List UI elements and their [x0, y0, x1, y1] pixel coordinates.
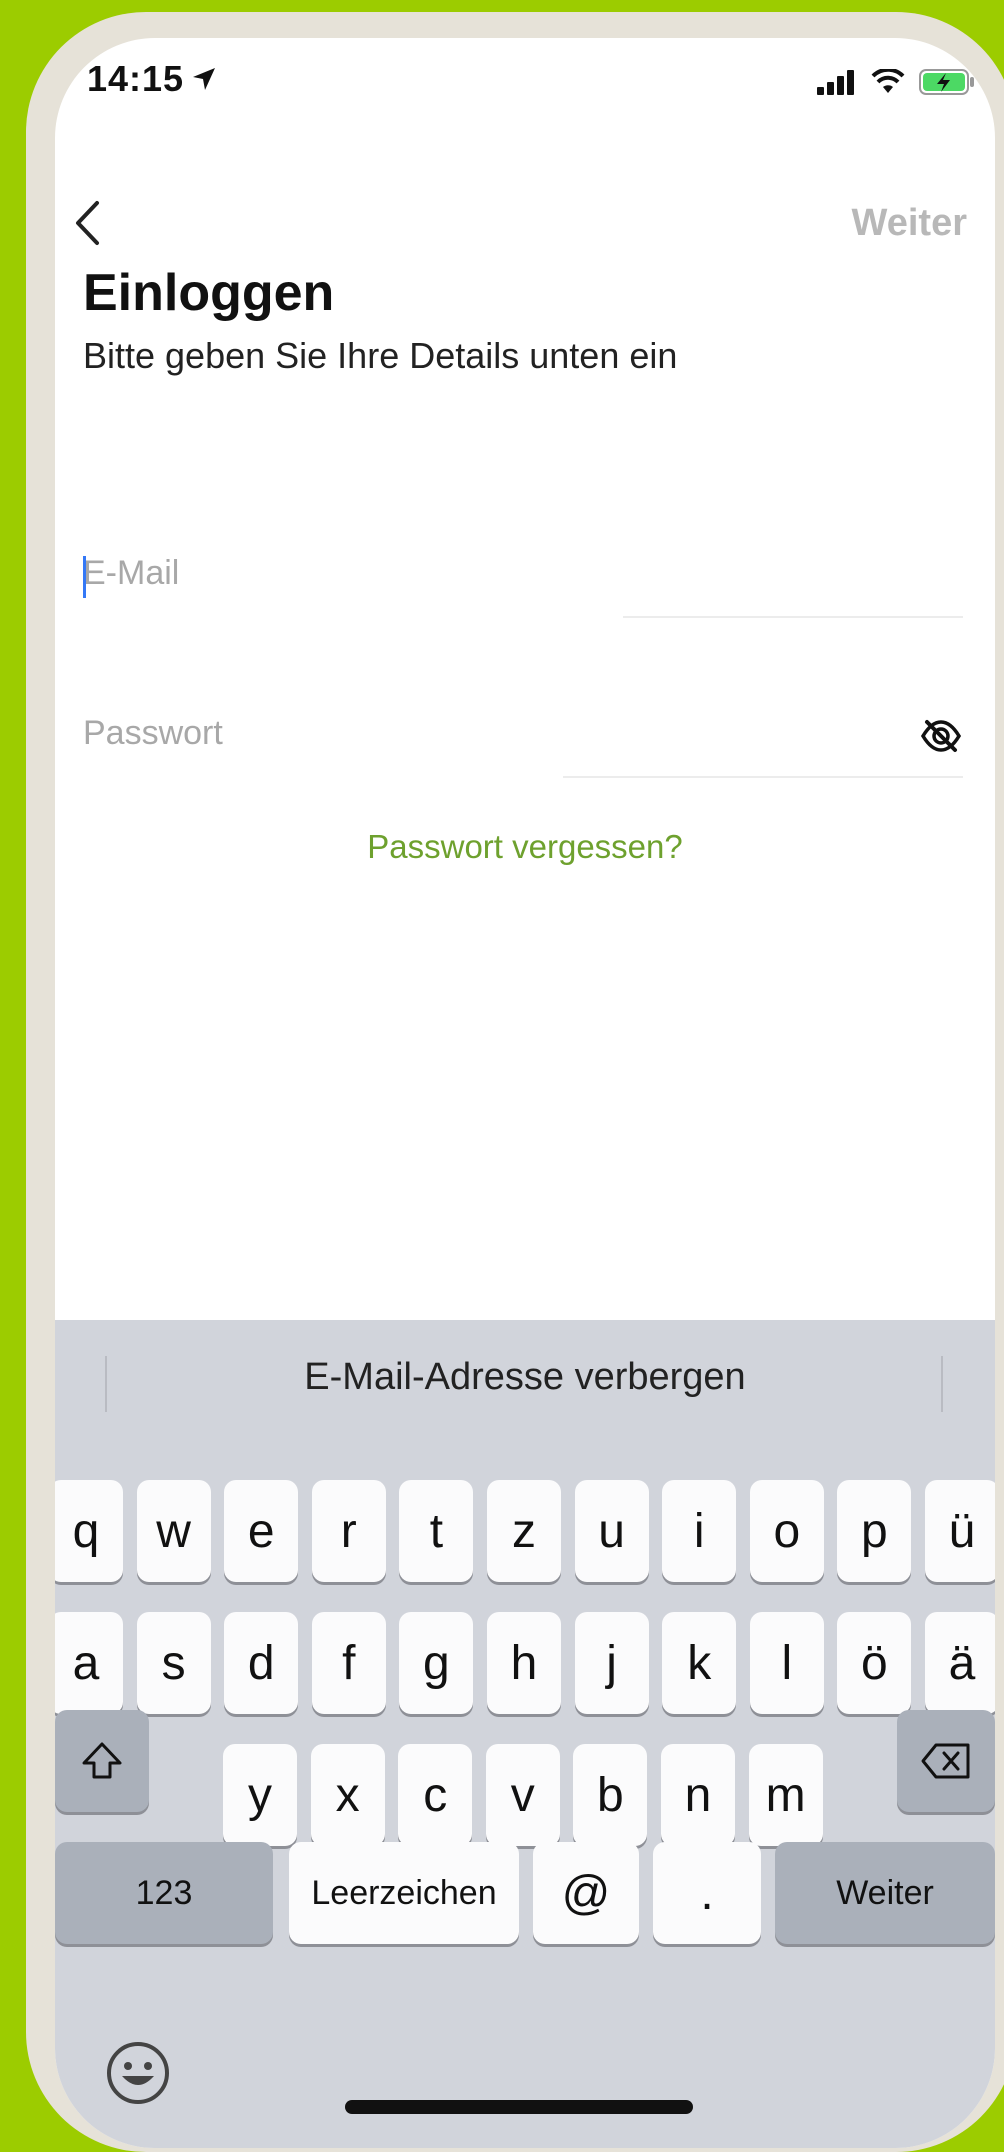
key-ö[interactable]: ö	[837, 1612, 912, 1714]
key-h[interactable]: h	[487, 1612, 561, 1714]
shift-arrow-icon	[82, 1742, 122, 1779]
key-j[interactable]: j	[574, 1612, 649, 1714]
key-l[interactable]: l	[749, 1612, 824, 1714]
backspace-icon	[921, 1743, 970, 1779]
forgot-password-link[interactable]: Passwort vergessen?	[55, 828, 995, 866]
key-a[interactable]: a	[55, 1612, 123, 1714]
page-subtitle: Bitte geben Sie Ihre Details unten ein	[83, 335, 678, 376]
password-field[interactable]	[83, 708, 963, 788]
home-indicator	[345, 2100, 693, 2114]
key-i[interactable]: i	[662, 1480, 737, 1582]
key-x[interactable]: x	[310, 1744, 385, 1846]
signal-icon	[817, 70, 854, 95]
return-key[interactable]: Weiter	[775, 1842, 995, 1944]
hide-email-suggestion[interactable]: E-Mail-Adresse verbergen	[304, 1356, 745, 1399]
key-s[interactable]: s	[136, 1612, 211, 1714]
wifi-icon	[871, 69, 905, 93]
numbers-key[interactable]: 123	[55, 1842, 273, 1944]
email-input[interactable]	[83, 548, 863, 598]
key-c[interactable]: c	[398, 1744, 473, 1846]
key-v[interactable]: v	[485, 1744, 560, 1846]
battery-charging-icon	[919, 69, 974, 95]
emoji-icon[interactable]	[105, 2040, 171, 2106]
password-input[interactable]	[83, 708, 863, 758]
key-b[interactable]: b	[573, 1744, 648, 1846]
key-d[interactable]: d	[224, 1612, 299, 1714]
key-r[interactable]: r	[311, 1480, 386, 1582]
eye-hidden-icon[interactable]	[919, 714, 963, 758]
keyboard-suggestion-bar: E-Mail-Adresse verbergen	[55, 1320, 995, 1430]
text-caret	[83, 556, 86, 598]
status-bar: 14:15	[55, 38, 995, 128]
key-ü[interactable]: ü	[925, 1480, 995, 1582]
backspace-key[interactable]	[897, 1710, 995, 1812]
email-field[interactable]	[83, 548, 963, 628]
email-underline	[623, 616, 963, 618]
shift-key[interactable]	[55, 1710, 149, 1812]
suggestion-separator	[941, 1356, 943, 1412]
key-n[interactable]: n	[661, 1744, 735, 1846]
key-f[interactable]: f	[311, 1612, 386, 1714]
key-ä[interactable]: ä	[925, 1612, 995, 1714]
nav-bar: Weiter	[55, 158, 995, 245]
key-m[interactable]: m	[748, 1744, 823, 1846]
key-g[interactable]: g	[399, 1612, 474, 1714]
next-button[interactable]: Weiter	[852, 202, 967, 245]
key-u[interactable]: u	[574, 1480, 649, 1582]
page-title: Einloggen	[83, 264, 335, 322]
key-k[interactable]: k	[662, 1612, 737, 1714]
at-key[interactable]: @	[533, 1842, 639, 1944]
dot-key[interactable]: .	[653, 1842, 761, 1944]
status-time: 14:15	[87, 58, 185, 99]
key-y[interactable]: y	[223, 1744, 297, 1846]
key-z[interactable]: z	[487, 1480, 561, 1582]
key-p[interactable]: p	[837, 1480, 912, 1582]
keyboard: E-Mail-Adresse verbergen qwertzuiopü asd…	[55, 1320, 995, 2148]
status-icons	[817, 68, 975, 96]
location-arrow-icon	[193, 68, 215, 90]
key-e[interactable]: e	[224, 1480, 299, 1582]
key-o[interactable]: o	[749, 1480, 824, 1582]
key-w[interactable]: w	[136, 1480, 211, 1582]
phone-screen: 14:15 Weiter Einloggen Bitte geben Sie I…	[55, 38, 995, 2148]
key-q[interactable]: q	[55, 1480, 123, 1582]
space-key[interactable]: Leerzeichen	[289, 1842, 519, 1944]
key-t[interactable]: t	[399, 1480, 474, 1582]
back-chevron-icon[interactable]	[73, 200, 103, 246]
password-underline	[563, 776, 963, 778]
suggestion-separator	[105, 1356, 107, 1412]
